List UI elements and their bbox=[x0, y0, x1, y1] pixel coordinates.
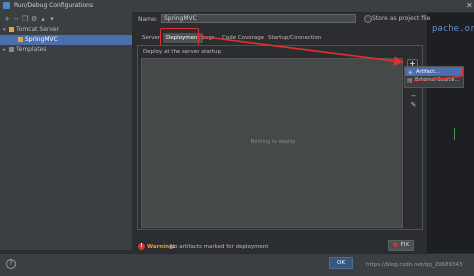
error-icon: ! bbox=[138, 243, 145, 250]
fix-button-label: FIX bbox=[400, 242, 410, 248]
arrow-to-add-button bbox=[197, 35, 404, 66]
help-icon[interactable]: ? bbox=[6, 259, 16, 269]
ok-button[interactable]: OK bbox=[329, 257, 353, 269]
watermark-text: https://blog.csdn.net/qq_29689343 bbox=[366, 262, 463, 268]
annotation-arrows bbox=[197, 35, 463, 81]
arrow-from-artifact bbox=[413, 75, 463, 81]
lightbulb-icon: ● bbox=[392, 242, 398, 248]
warning-text: No artifacts marked for deployment bbox=[170, 244, 269, 250]
fix-button[interactable]: ● FIX bbox=[388, 240, 414, 251]
